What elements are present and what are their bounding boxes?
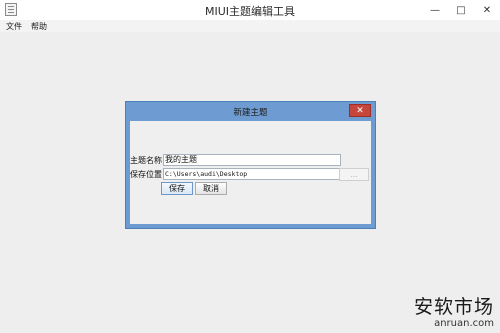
dialog-titlebar[interactable]: 新建主题 ✕ xyxy=(126,102,375,121)
main-window: MIUI主题编辑工具 — □ ✕ 文件 帮助 新建主题 ✕ 主题名称 我的主题 … xyxy=(0,0,500,333)
watermark-text-en: anruan.com xyxy=(434,318,494,329)
close-button[interactable]: ✕ xyxy=(474,0,500,20)
watermark: 安软市场 anruan.com xyxy=(414,296,494,329)
new-theme-dialog: 新建主题 ✕ 主题名称 我的主题 保存位置 C:\Users\audi\Desk… xyxy=(125,101,376,229)
theme-name-label: 主题名称 xyxy=(130,155,162,165)
window-controls: — □ ✕ xyxy=(422,0,500,20)
dialog-close-button[interactable]: ✕ xyxy=(349,104,371,117)
watermark-text-cn: 安软市场 xyxy=(413,296,494,318)
save-button[interactable]: 保存 xyxy=(161,182,193,195)
theme-name-input[interactable]: 我的主题 xyxy=(163,154,341,166)
maximize-icon: □ xyxy=(456,4,466,16)
browse-button[interactable]: ... xyxy=(339,168,369,181)
close-icon: ✕ xyxy=(482,4,492,16)
theme-name-row: 主题名称 我的主题 xyxy=(130,154,341,166)
minimize-icon: — xyxy=(430,4,440,16)
window-titlebar[interactable]: MIUI主题编辑工具 — □ ✕ xyxy=(0,0,500,21)
menu-bar: 文件 帮助 xyxy=(0,20,500,32)
minimize-button[interactable]: — xyxy=(422,0,448,20)
dialog-body: 主题名称 我的主题 保存位置 C:\Users\audi\Desktop ...… xyxy=(130,121,371,224)
menu-help[interactable]: 帮助 xyxy=(28,21,50,32)
close-icon: ✕ xyxy=(356,105,364,116)
save-location-label: 保存位置 xyxy=(130,169,162,179)
save-location-input[interactable]: C:\Users\audi\Desktop xyxy=(163,168,341,180)
dialog-title: 新建主题 xyxy=(233,108,268,118)
cancel-button[interactable]: 取消 xyxy=(195,182,227,195)
maximize-button[interactable]: □ xyxy=(448,0,474,20)
menu-file[interactable]: 文件 xyxy=(3,21,25,32)
save-location-row: 保存位置 C:\Users\audi\Desktop xyxy=(130,168,341,180)
